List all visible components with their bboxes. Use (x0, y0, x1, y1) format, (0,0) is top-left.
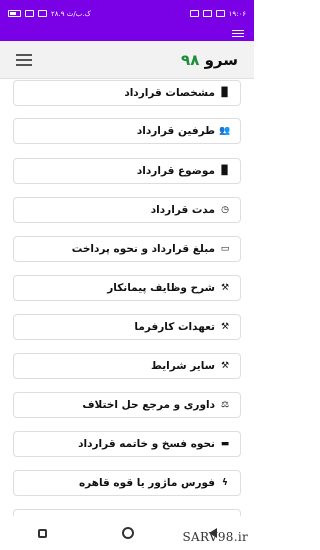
app-top-bar (0, 27, 254, 41)
list-item-label: سایر شرایط (150, 360, 215, 372)
list-item-label: موضوع قرارداد (136, 165, 215, 177)
page-header: سرو ۹۸ (0, 41, 254, 79)
app-icon (189, 10, 199, 17)
status-bar: ۲۸.۹ ک.ب/ث ۱۹:۰۶ (0, 0, 254, 27)
list-item-label: مدت قرارداد (150, 204, 215, 216)
list-item-label: شرح وظایف پیمانکار (107, 282, 215, 294)
signal-icon (38, 10, 47, 17)
download-icon (215, 10, 225, 17)
battery-icon (8, 10, 21, 17)
wifi-icon (25, 10, 34, 17)
list-item-label: نحوه فسخ و خاتمه قرارداد (78, 438, 215, 450)
list-item-contractor-duties[interactable]: ⚒ شرح وظایف پیمانکار (13, 275, 241, 301)
minus-square-icon: ▬ (220, 439, 230, 449)
list-item-contract-specs[interactable]: ▉ مشخصات قرارداد (13, 80, 241, 106)
network-speed: ۲۸.۹ ک.ب/ث (51, 9, 91, 18)
clock-time: ۱۹:۰۶ (228, 9, 246, 18)
watermark: SARV98.ir (182, 530, 248, 544)
instagram-icon (202, 10, 212, 17)
book-icon: ▉ (221, 88, 229, 98)
list-item-label: طرفین قرارداد (136, 125, 215, 137)
list-item-label: داوری و مرجع حل اختلاف (82, 399, 215, 411)
gavel-icon: ⚒ (220, 322, 230, 332)
list-item-force-majeure[interactable]: ϟ فورس ماژور یا قوه قاهره (13, 470, 241, 496)
list-item-contract-amount[interactable]: ▭ مبلغ قرارداد و نحوه پرداخت (13, 236, 241, 262)
brand-text: سرو (204, 50, 238, 69)
gavel-icon: ⚒ (220, 283, 230, 293)
list-item-other-terms[interactable]: ⚒ سایر شرایط (13, 353, 241, 379)
list-item-termination[interactable]: ▬ نحوه فسخ و خاتمه قرارداد (13, 431, 241, 457)
money-icon: ▭ (220, 244, 230, 254)
menu-icon[interactable] (16, 53, 32, 66)
list-item-label: مشخصات قرارداد (124, 87, 215, 99)
home-icon[interactable] (121, 527, 134, 539)
gavel-icon: ⚒ (220, 361, 230, 371)
clock-icon: ◷ (221, 205, 229, 215)
list-item-contract-duration[interactable]: ◷ مدت قرارداد (13, 197, 241, 223)
book-icon: ▉ (221, 166, 229, 176)
balance-scale-icon: ⚖ (220, 400, 230, 410)
list-item-label: تعهدات کارفرما (134, 321, 215, 333)
brand-logo: سرو ۹۸ (181, 51, 238, 69)
list-item-label: فورس ماژور یا قوه قاهره (78, 477, 215, 489)
list-item-partial[interactable] (13, 509, 241, 516)
brand-number: ۹۸ (181, 50, 200, 69)
overflow-menu-icon[interactable] (232, 30, 244, 38)
recent-apps-icon[interactable] (37, 528, 47, 538)
list-item-arbitration[interactable]: ⚖ داوری و مرجع حل اختلاف (13, 392, 241, 418)
users-icon: 👥 (219, 126, 231, 136)
bolt-icon: ϟ (222, 478, 228, 488)
list-item-contract-parties[interactable]: 👥 طرفین قرارداد (13, 118, 241, 144)
list-item-contract-subject[interactable]: ▉ موضوع قرارداد (13, 158, 241, 184)
section-list: ▉ مشخصات قرارداد 👥 طرفین قرارداد ▉ موضوع… (0, 79, 254, 516)
list-item-employer-obligations[interactable]: ⚒ تعهدات کارفرما (13, 314, 241, 340)
list-item-label: مبلغ قرارداد و نحوه پرداخت (71, 243, 215, 255)
